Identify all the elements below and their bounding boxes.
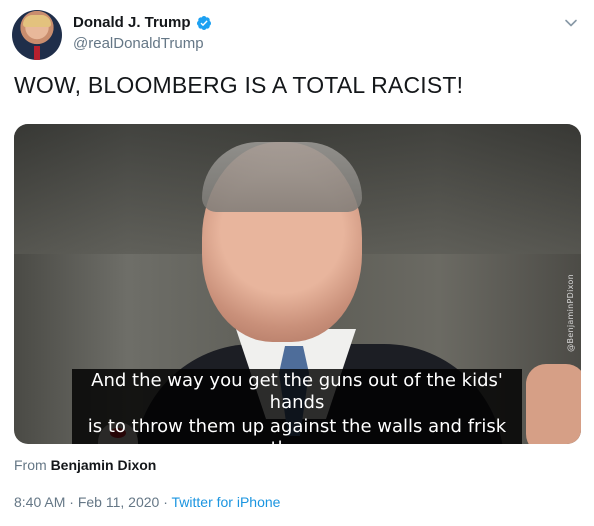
video-subject-hand — [526, 364, 581, 444]
media-attribution: From Benjamin Dixon — [14, 457, 156, 473]
video-watermark: @BenjaminPDixon — [566, 274, 575, 352]
author-display-name[interactable]: Donald J. Trump — [73, 14, 191, 31]
tweet-date[interactable]: Feb 11, 2020 — [78, 494, 159, 510]
chevron-down-icon[interactable] — [564, 16, 578, 30]
meta-separator: · — [163, 494, 168, 510]
avatar-hair — [23, 15, 51, 27]
attribution-prefix: From — [14, 457, 47, 473]
avatar-tie — [34, 46, 40, 60]
video-subject-hair — [202, 142, 362, 212]
attribution-source[interactable]: Benjamin Dixon — [51, 457, 157, 473]
caption-line-2: is to throw them up against the walls an… — [72, 415, 522, 444]
verified-badge-icon — [196, 15, 211, 30]
caption-line-1: And the way you get the guns out of the … — [72, 369, 522, 415]
meta-separator: · — [69, 494, 74, 510]
tweet-metadata: 8:40 AM · Feb 11, 2020 · Twitter for iPh… — [14, 494, 280, 510]
tweet-client-link[interactable]: Twitter for iPhone — [172, 494, 281, 510]
author-avatar[interactable] — [12, 10, 62, 60]
tweet-time[interactable]: 8:40 AM — [14, 494, 65, 510]
video-captions: And the way you get the guns out of the … — [72, 369, 522, 444]
author-handle[interactable]: @realDonaldTrump — [73, 35, 204, 52]
tweet-text: WOW, BLOOMBERG IS A TOTAL RACIST! — [14, 72, 464, 98]
author-name-row[interactable]: Donald J. Trump — [73, 14, 212, 31]
tweet-media-video[interactable]: @BenjaminPDixon And the way you get the … — [14, 124, 581, 444]
